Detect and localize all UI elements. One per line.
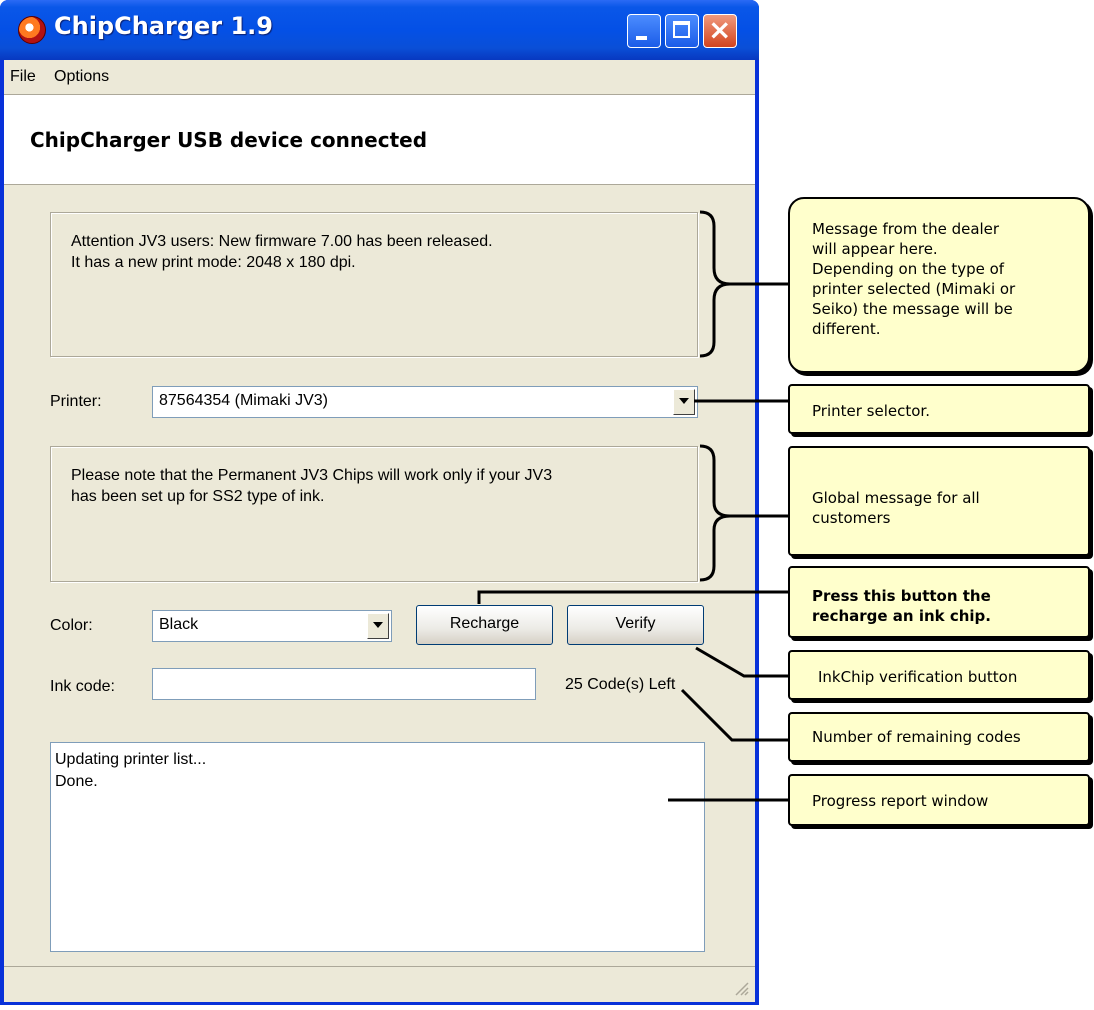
header-band: ChipCharger USB device connected [4, 96, 755, 185]
status-bar [4, 966, 755, 1002]
app-window: ChipCharger 1.9 × File Options ChipCharg… [0, 0, 759, 1005]
printer-select[interactable]: 87564354 (Mimaki JV3) [152, 386, 698, 418]
minimize-button[interactable] [627, 14, 661, 48]
callout-line: different. [812, 320, 881, 338]
callout-codes: Number of remaining codes [788, 712, 1090, 762]
callout-global-message: Global message for all customers [788, 446, 1090, 556]
menu-options[interactable]: Options [54, 68, 109, 86]
close-button[interactable]: × [703, 13, 737, 48]
callout-line: Global message for all [812, 489, 980, 507]
global-message-box: Please note that the Permanent JV3 Chips… [50, 446, 698, 582]
callout-text: Printer selector. [812, 402, 930, 420]
maximize-button[interactable] [665, 14, 699, 48]
log-line: Done. [55, 773, 98, 790]
callout-text: Progress report window [812, 792, 989, 810]
connection-status: ChipCharger USB device connected [30, 128, 428, 152]
recharge-button-label: Recharge [449, 615, 520, 632]
callout-line: customers [812, 509, 891, 527]
callout-dealer-message: Message from the dealer will appear here… [788, 197, 1090, 373]
client-area: File Options ChipCharger USB device conn… [4, 60, 755, 1002]
callout-line: Press this button the [812, 587, 991, 605]
verify-button[interactable]: Verify [567, 605, 704, 645]
ink-code-input[interactable] [152, 668, 536, 700]
color-selected-value: Black [159, 616, 199, 633]
recharge-button[interactable]: Recharge [416, 605, 553, 645]
printer-label: Printer: [50, 393, 102, 410]
minimize-icon [636, 36, 647, 40]
dealer-message-box: Attention JV3 users: New firmware 7.00 h… [50, 212, 698, 357]
callout-line: Depending on the type of [812, 260, 1005, 278]
callout-line: Seiko) the message will be [812, 300, 1013, 318]
global-message-line: has been set up for SS2 type of ink. [71, 488, 325, 505]
menu-file[interactable]: File [10, 68, 36, 86]
dropdown-arrow-icon[interactable] [673, 389, 695, 415]
app-icon[interactable] [18, 16, 46, 44]
callout-recharge: Press this button the recharge an ink ch… [788, 566, 1090, 638]
callout-verify: InkChip verification button [788, 650, 1090, 700]
window-title: ChipCharger 1.9 [54, 12, 273, 40]
callout-text: Number of remaining codes [812, 728, 1021, 746]
log-line: Updating printer list... [55, 751, 207, 768]
callout-text: InkChip verification button [818, 668, 1018, 686]
menu-bar: File Options [4, 60, 755, 94]
callout-printer-selector: Printer selector. [788, 384, 1090, 434]
callout-line: recharge an ink chip. [812, 607, 991, 625]
printer-selected-value: 87564354 (Mimaki JV3) [159, 392, 328, 409]
color-select[interactable]: Black [152, 610, 392, 642]
callout-line: will appear here. [812, 240, 938, 258]
title-bar[interactable]: ChipCharger 1.9 × [0, 0, 759, 60]
dropdown-arrow-icon[interactable] [367, 613, 389, 639]
callout-line: printer selected (Mimaki or [812, 280, 1016, 298]
dealer-message-line: It has a new print mode: 2048 x 180 dpi. [71, 254, 356, 271]
callout-line: Message from the dealer [812, 220, 1000, 238]
progress-log[interactable]: Updating printer list... Done. [50, 742, 705, 952]
resize-grip-icon[interactable] [733, 980, 749, 996]
global-message-line: Please note that the Permanent JV3 Chips… [71, 467, 553, 484]
codes-left-count: 25 Code(s) Left [565, 676, 676, 693]
color-label: Color: [50, 617, 93, 634]
close-icon: × [708, 13, 732, 46]
ink-code-label: Ink code: [50, 678, 115, 695]
dealer-message-line: Attention JV3 users: New firmware 7.00 h… [71, 233, 493, 250]
maximize-icon [673, 21, 690, 38]
callout-progress: Progress report window [788, 774, 1090, 826]
verify-button-label: Verify [615, 615, 656, 632]
